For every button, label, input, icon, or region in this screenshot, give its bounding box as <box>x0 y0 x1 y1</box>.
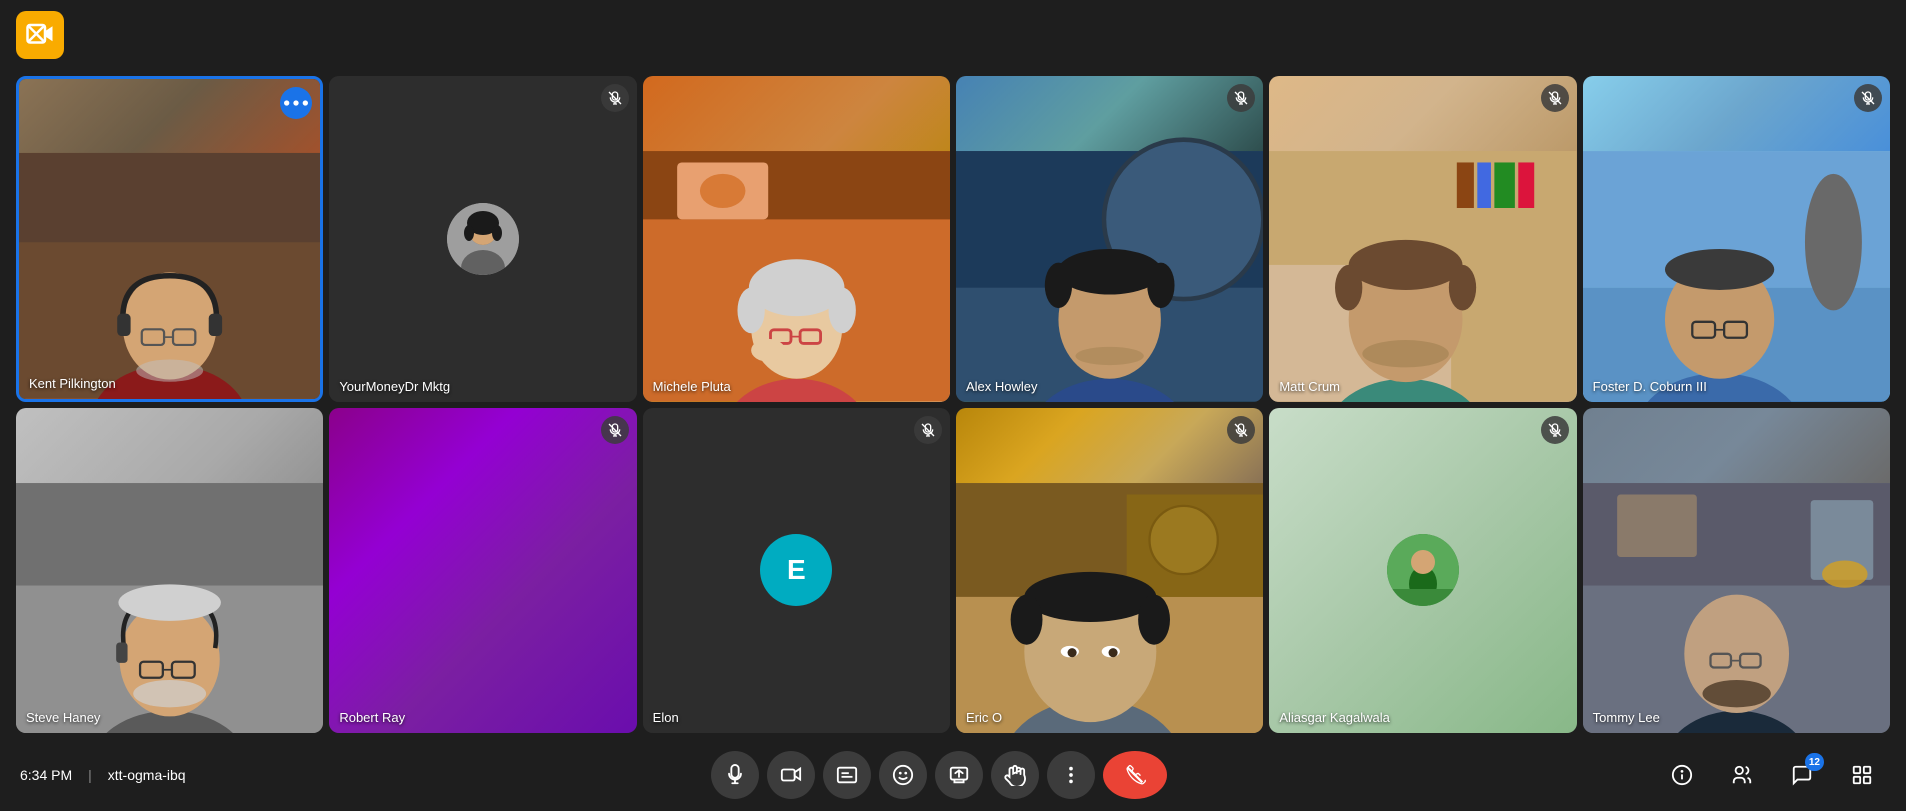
video-grid: Kent Pilkington YourMoneyDr Mktg <box>0 70 1906 739</box>
tile-michele[interactable]: Michele Pluta <box>643 76 950 402</box>
tile-elon[interactable]: E Elon <box>643 408 950 734</box>
participant-name-steve: Steve Haney <box>26 710 100 725</box>
mute-icon-erice <box>1227 416 1255 444</box>
participant-name-elon: Elon <box>653 710 679 725</box>
more-options-button[interactable] <box>1047 751 1095 799</box>
present-button[interactable] <box>935 751 983 799</box>
chat-button[interactable]: 12 <box>1778 751 1826 799</box>
participant-name-kent: Kent Pilkington <box>29 376 116 391</box>
mute-icon-foster <box>1854 84 1882 112</box>
participant-name-erice: Eric O <box>966 710 1002 725</box>
participant-name-matt: Matt Crum <box>1279 379 1340 394</box>
bottom-bar: 6:34 PM | xtt-ogma-ibq <box>0 739 1906 811</box>
divider: | <box>88 767 92 783</box>
info-button[interactable] <box>1658 751 1706 799</box>
participant-name-aliasgar: Aliasgar Kagalwala <box>1279 710 1390 725</box>
sidebar-buttons: 12 <box>1658 751 1886 799</box>
chat-badge: 12 <box>1805 753 1824 771</box>
more-options-icon[interactable] <box>280 87 312 119</box>
tile-matt[interactable]: Matt Crum <box>1269 76 1576 402</box>
participant-name-alex: Alex Howley <box>966 379 1038 394</box>
tile-foster[interactable]: Foster D. Coburn III <box>1583 76 1890 402</box>
meeting-code: xtt-ogma-ibq <box>108 767 186 783</box>
tile-robert[interactable]: Robert Ray <box>329 408 636 734</box>
meeting-info: 6:34 PM | xtt-ogma-ibq <box>20 767 220 783</box>
mute-icon-elon <box>914 416 942 444</box>
mute-icon-robert <box>601 416 629 444</box>
mute-icon-matt <box>1541 84 1569 112</box>
control-buttons <box>711 751 1167 799</box>
meeting-time: 6:34 PM <box>20 767 72 783</box>
camera-button[interactable] <box>767 751 815 799</box>
app-icon <box>16 11 64 59</box>
tile-tommy[interactable]: Tommy Lee <box>1583 408 1890 734</box>
participant-name-tommy: Tommy Lee <box>1593 710 1660 725</box>
participant-name-michele: Michele Pluta <box>653 379 731 394</box>
tile-yourmoneydr[interactable]: YourMoneyDr Mktg <box>329 76 636 402</box>
people-button[interactable] <box>1718 751 1766 799</box>
activities-button[interactable] <box>1838 751 1886 799</box>
participant-name-foster: Foster D. Coburn III <box>1593 379 1707 394</box>
participant-name-robert: Robert Ray <box>339 710 405 725</box>
captions-button[interactable] <box>823 751 871 799</box>
tile-aliasgar[interactable]: Aliasgar Kagalwala <box>1269 408 1576 734</box>
mute-icon-aliasgar <box>1541 416 1569 444</box>
tile-alex[interactable]: Alex Howley <box>956 76 1263 402</box>
end-call-button[interactable] <box>1103 751 1167 799</box>
tile-steve[interactable]: Steve Haney <box>16 408 323 734</box>
tile-erice[interactable]: Eric O <box>956 408 1263 734</box>
microphone-button[interactable] <box>711 751 759 799</box>
tile-kent[interactable]: Kent Pilkington <box>16 76 323 402</box>
emoji-button[interactable] <box>879 751 927 799</box>
participant-name-yourmoneydr: YourMoneyDr Mktg <box>339 379 450 394</box>
raise-hand-button[interactable] <box>991 751 1039 799</box>
top-bar <box>0 0 1906 70</box>
mute-icon-yourmoneydr <box>601 84 629 112</box>
